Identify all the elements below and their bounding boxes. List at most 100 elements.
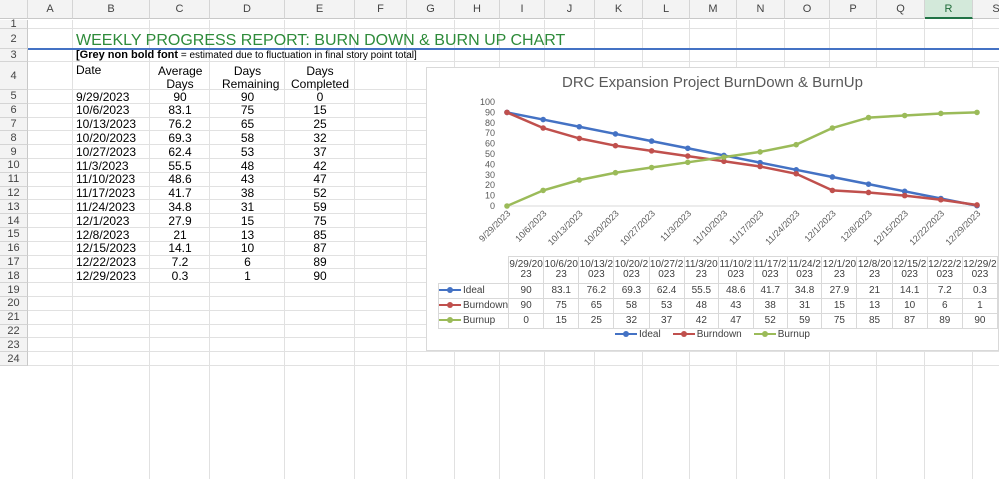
column-header-d[interactable]: D (210, 0, 285, 19)
column-header-i[interactable]: I (500, 0, 545, 19)
legend-item-burnup[interactable]: Burnup (753, 329, 810, 340)
data-point-ideal[interactable] (540, 116, 546, 123)
value-cell[interactable]: 75 (210, 104, 285, 117)
data-point-ideal[interactable] (612, 131, 619, 137)
date-cell[interactable]: 11/17/2023 (76, 187, 135, 200)
value-cell[interactable]: 15 (210, 214, 285, 228)
data-point-burndown[interactable] (576, 135, 583, 142)
value-cell[interactable]: 48 (210, 159, 285, 173)
row-header-6[interactable]: 6 (0, 103, 28, 118)
column-header-c[interactable]: C (150, 0, 210, 19)
row-header-12[interactable]: 12 (0, 186, 28, 201)
column-header-o[interactable]: O (785, 0, 830, 19)
date-cell[interactable]: 10/6/2023 (76, 104, 129, 117)
date-cell[interactable]: 12/8/2023 (76, 228, 129, 242)
data-point-burnup[interactable] (793, 141, 800, 148)
value-cell[interactable]: 41.7 (150, 187, 210, 200)
value-cell[interactable]: 7.2 (150, 256, 210, 269)
data-point-burnup[interactable] (865, 114, 872, 121)
data-point-burnup[interactable] (684, 159, 691, 166)
legend-item-ideal[interactable]: Ideal (615, 329, 661, 340)
data-point-burndown[interactable] (865, 189, 872, 196)
value-cell[interactable]: 53 (210, 145, 285, 159)
row-header-16[interactable]: 16 (0, 241, 28, 256)
date-cell[interactable]: 10/20/2023 (76, 131, 136, 145)
value-cell[interactable]: 15 (285, 104, 355, 117)
column-header-a[interactable]: A (28, 0, 73, 19)
column-header-h[interactable]: H (455, 0, 500, 19)
date-cell[interactable]: 12/22/2023 (76, 256, 136, 269)
data-point-burndown[interactable] (793, 170, 800, 177)
value-cell[interactable]: 69.3 (150, 131, 210, 145)
value-cell[interactable]: 37 (285, 145, 355, 159)
row-header-22[interactable]: 22 (0, 324, 28, 339)
data-point-burndown[interactable] (757, 163, 763, 170)
data-point-burndown[interactable] (974, 202, 980, 208)
row-header-14[interactable]: 14 (0, 214, 28, 228)
data-point-ideal[interactable] (648, 138, 655, 144)
value-cell[interactable]: 10 (210, 242, 285, 255)
data-point-burndown[interactable] (648, 148, 655, 154)
data-point-burndown[interactable] (938, 196, 944, 203)
value-cell[interactable]: 85 (285, 228, 355, 242)
date-cell[interactable]: 12/29/2023 (76, 269, 136, 283)
data-point-burnup[interactable] (576, 177, 583, 183)
row-header-24[interactable]: 24 (0, 352, 28, 366)
column-header-b[interactable]: B (73, 0, 150, 19)
date-cell[interactable]: 12/15/2023 (76, 242, 136, 255)
value-cell[interactable]: 32 (285, 131, 355, 145)
value-cell[interactable]: 48.6 (150, 173, 210, 186)
data-point-ideal[interactable] (684, 145, 691, 152)
data-point-burndown[interactable] (504, 109, 510, 116)
data-point-ideal[interactable] (865, 181, 872, 187)
data-point-burndown[interactable] (829, 187, 836, 194)
value-cell[interactable]: 83.1 (150, 104, 210, 117)
date-cell[interactable]: 12/1/2023 (76, 214, 129, 228)
data-point-burnup[interactable] (504, 203, 510, 209)
value-cell[interactable]: 65 (210, 118, 285, 131)
value-cell[interactable]: 27.9 (150, 214, 210, 228)
value-cell[interactable]: 90 (285, 269, 355, 283)
row-header-19[interactable]: 19 (0, 283, 28, 297)
column-header-p[interactable]: P (830, 0, 877, 19)
value-cell[interactable]: 47 (285, 173, 355, 186)
value-cell[interactable]: 87 (285, 242, 355, 255)
data-point-burnup[interactable] (540, 187, 546, 194)
date-cell[interactable]: 9/29/2023 (76, 90, 129, 104)
date-cell[interactable]: 11/3/2023 (76, 159, 129, 173)
value-cell[interactable]: 43 (210, 173, 285, 186)
value-cell[interactable]: 55.5 (150, 159, 210, 173)
value-cell[interactable]: 90 (210, 90, 285, 104)
column-header-n[interactable]: N (737, 0, 785, 19)
data-point-burndown[interactable] (612, 142, 619, 149)
value-cell[interactable]: 58 (210, 131, 285, 145)
value-cell[interactable]: 0 (285, 90, 355, 104)
row-header-13[interactable]: 13 (0, 200, 28, 215)
column-header-q[interactable]: Q (877, 0, 925, 19)
value-cell[interactable]: 1 (210, 269, 285, 283)
value-cell[interactable]: 59 (285, 200, 355, 214)
row-header-4[interactable]: 4 (0, 62, 28, 90)
data-point-burnup[interactable] (721, 154, 727, 160)
value-cell[interactable]: 0.3 (150, 269, 210, 283)
date-cell[interactable]: 11/24/2023 (76, 200, 135, 214)
row-header-18[interactable]: 18 (0, 269, 28, 284)
value-cell[interactable]: 90 (150, 90, 210, 104)
row-header-2[interactable]: 2 (0, 29, 28, 49)
value-cell[interactable]: 42 (285, 159, 355, 173)
value-cell[interactable]: 52 (285, 187, 355, 200)
column-header-g[interactable]: G (407, 0, 455, 19)
value-cell[interactable]: 34.8 (150, 200, 210, 214)
row-header-8[interactable]: 8 (0, 131, 28, 146)
legend-item-burndown[interactable]: Burndown (672, 329, 742, 340)
row-header-10[interactable]: 10 (0, 159, 28, 173)
column-header-r[interactable]: R (925, 0, 973, 19)
row-header-17[interactable]: 17 (0, 255, 28, 270)
data-point-burnup[interactable] (938, 110, 944, 117)
value-cell[interactable]: 62.4 (150, 145, 210, 159)
value-cell[interactable]: 13 (210, 228, 285, 242)
select-all-corner[interactable] (0, 0, 28, 19)
row-header-7[interactable]: 7 (0, 117, 28, 132)
value-cell[interactable]: 31 (210, 200, 285, 214)
data-point-burnup[interactable] (901, 112, 908, 119)
